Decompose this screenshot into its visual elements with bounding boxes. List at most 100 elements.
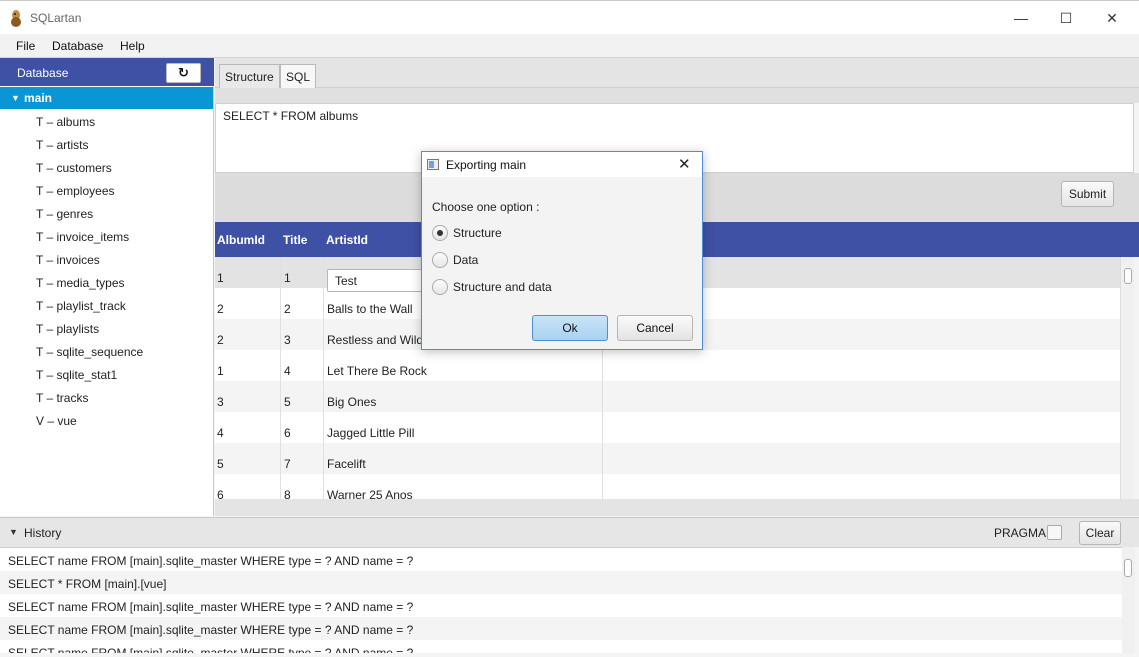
submit-button[interactable]: Submit bbox=[1061, 181, 1114, 207]
tree-item[interactable]: T – employees bbox=[36, 184, 115, 198]
table-cell[interactable]: Balls to the Wall bbox=[327, 302, 413, 316]
menu-bar: File Database Help bbox=[0, 34, 1139, 58]
tree-item-main[interactable]: ▼ main bbox=[0, 87, 213, 109]
radio-data[interactable] bbox=[432, 252, 448, 268]
radio-data-label[interactable]: Data bbox=[453, 253, 478, 267]
table-cell[interactable]: 6 bbox=[284, 426, 291, 440]
column-divider bbox=[280, 443, 281, 474]
column-divider bbox=[602, 350, 603, 381]
tree-item[interactable]: T – customers bbox=[36, 161, 112, 175]
radio-structure-label[interactable]: Structure bbox=[453, 226, 502, 240]
history-header[interactable]: ▼ History PRAGMA Clear bbox=[0, 517, 1139, 547]
pragma-checkbox[interactable] bbox=[1047, 525, 1062, 540]
column-divider bbox=[280, 412, 281, 443]
history-entry[interactable]: SELECT name FROM [main].sqlite_master WH… bbox=[0, 548, 1122, 571]
table-cell[interactable]: 2 bbox=[217, 302, 224, 316]
tab-sql[interactable]: SQL bbox=[280, 64, 317, 88]
tree-item[interactable]: T – sqlite_sequence bbox=[36, 345, 143, 359]
radio-structure[interactable] bbox=[432, 225, 448, 241]
table-cell[interactable]: Jagged Little Pill bbox=[327, 426, 414, 440]
tree-item[interactable]: T – media_types bbox=[36, 276, 125, 290]
column-header-albumid[interactable]: AlbumId bbox=[217, 233, 265, 247]
table-cell[interactable]: Warner 25 Anos bbox=[327, 488, 413, 499]
column-divider bbox=[602, 381, 603, 412]
tree-item[interactable]: T – genres bbox=[36, 207, 93, 221]
table-cell[interactable]: 8 bbox=[284, 488, 291, 499]
minimize-button[interactable]: — bbox=[998, 1, 1044, 35]
menu-file[interactable]: File bbox=[16, 39, 35, 53]
table-row[interactable]: 6 8 Warner 25 Anos bbox=[215, 474, 1120, 499]
table-row[interactable]: 1 4 Let There Be Rock bbox=[215, 350, 1120, 381]
history-scrollbar[interactable] bbox=[1122, 547, 1135, 653]
tree-item[interactable]: T – tracks bbox=[36, 391, 88, 405]
radio-structure-and-data-label[interactable]: Structure and data bbox=[453, 280, 552, 294]
results-scroll-thumb[interactable] bbox=[1124, 268, 1132, 284]
table-row[interactable]: 3 5 Big Ones bbox=[215, 381, 1120, 412]
title-bar: SQLartan — ☐ ✕ bbox=[0, 0, 1139, 34]
clear-history-button[interactable]: Clear bbox=[1079, 521, 1121, 545]
ok-button[interactable]: Ok bbox=[532, 315, 608, 341]
maximize-button[interactable]: ☐ bbox=[1043, 1, 1089, 35]
column-divider bbox=[280, 381, 281, 412]
table-cell[interactable]: 2 bbox=[284, 302, 291, 316]
history-entry[interactable]: SELECT name FROM [main].sqlite_master WH… bbox=[0, 617, 1122, 640]
table-cell[interactable]: Let There Be Rock bbox=[327, 364, 427, 378]
tree-item[interactable]: V – vue bbox=[36, 414, 77, 428]
dialog-title: Exporting main bbox=[446, 158, 527, 172]
table-cell[interactable]: 1 bbox=[284, 271, 291, 285]
table-cell[interactable]: 2 bbox=[217, 333, 224, 347]
tree-root-label: main bbox=[24, 91, 53, 105]
database-panel: Database ↻ ▼ main T – albums T – artists T… bbox=[0, 58, 214, 516]
tab-content-band bbox=[215, 88, 1139, 103]
tree-item[interactable]: T – sqlite_stat1 bbox=[36, 368, 117, 382]
cancel-button[interactable]: Cancel bbox=[617, 315, 693, 341]
table-row[interactable]: 5 7 Facelift bbox=[215, 443, 1120, 474]
tree-item[interactable]: T – albums bbox=[36, 115, 95, 129]
table-cell[interactable]: 5 bbox=[217, 457, 224, 471]
menu-database[interactable]: Database bbox=[52, 39, 103, 53]
dialog-title-bar: Exporting main ✕ bbox=[422, 152, 702, 177]
table-row[interactable]: 4 6 Jagged Little Pill bbox=[215, 412, 1120, 443]
menu-help[interactable]: Help bbox=[120, 39, 145, 53]
results-scrollbar[interactable] bbox=[1120, 257, 1134, 499]
sql-query-text[interactable]: SELECT * FROM albums bbox=[223, 109, 358, 123]
column-divider bbox=[280, 350, 281, 381]
tab-structure[interactable]: Structure bbox=[219, 64, 280, 88]
tree-item[interactable]: T – invoice_items bbox=[36, 230, 129, 244]
column-header-artistid[interactable]: ArtistId bbox=[326, 233, 368, 247]
table-cell[interactable]: 7 bbox=[284, 457, 291, 471]
dialog-close-icon[interactable]: ✕ bbox=[678, 155, 691, 173]
column-divider bbox=[323, 412, 324, 443]
table-cell[interactable]: Big Ones bbox=[327, 395, 376, 409]
table-cell[interactable]: 6 bbox=[217, 488, 224, 499]
database-header-label: Database bbox=[17, 66, 69, 80]
app-logo-icon bbox=[11, 10, 21, 27]
column-divider bbox=[280, 474, 281, 499]
table-cell[interactable]: 4 bbox=[284, 364, 291, 378]
database-header: Database ↻ bbox=[0, 58, 214, 86]
history-scroll-thumb[interactable] bbox=[1124, 559, 1132, 577]
close-window-button[interactable]: ✕ bbox=[1089, 1, 1135, 35]
history-entry[interactable]: SELECT * FROM [main].[vue] bbox=[0, 571, 1122, 594]
table-cell[interactable]: 1 bbox=[217, 364, 224, 378]
table-cell[interactable]: 5 bbox=[284, 395, 291, 409]
column-divider bbox=[323, 288, 324, 319]
history-entry[interactable]: SELECT name FROM [main].sqlite_master WH… bbox=[0, 640, 1122, 653]
refresh-button[interactable]: ↻ bbox=[166, 63, 201, 83]
radio-structure-and-data[interactable] bbox=[432, 279, 448, 295]
tree-item[interactable]: T – playlists bbox=[36, 322, 99, 336]
expand-arrow-icon[interactable]: ▼ bbox=[11, 93, 20, 103]
tree-item[interactable]: T – invoices bbox=[36, 253, 100, 267]
column-header-title[interactable]: Title bbox=[283, 233, 307, 247]
table-cell[interactable]: 4 bbox=[217, 426, 224, 440]
table-cell[interactable]: 3 bbox=[217, 395, 224, 409]
table-cell[interactable]: 1 bbox=[217, 271, 224, 285]
tree-item[interactable]: T – artists bbox=[36, 138, 88, 152]
table-cell[interactable]: Facelift bbox=[327, 457, 366, 471]
table-cell[interactable]: 3 bbox=[284, 333, 291, 347]
table-cell[interactable]: Restless and Wild bbox=[327, 333, 423, 347]
history-entry[interactable]: SELECT name FROM [main].sqlite_master WH… bbox=[0, 594, 1122, 617]
editor-tabs: Structure SQL bbox=[215, 58, 1139, 88]
tree-item[interactable]: T – playlist_track bbox=[36, 299, 126, 313]
collapse-arrow-icon[interactable]: ▼ bbox=[9, 527, 18, 537]
